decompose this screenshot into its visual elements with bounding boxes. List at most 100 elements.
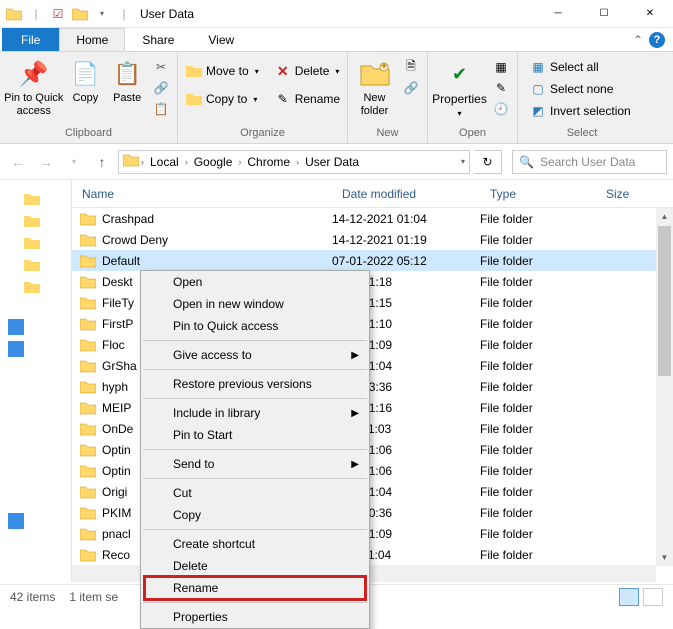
refresh-button[interactable]: ↻ — [474, 150, 502, 174]
tab-file[interactable]: File — [2, 28, 59, 51]
context-menu: Open Open in new window Pin to Quick acc… — [140, 270, 370, 629]
qat-check-icon[interactable]: ☑ — [50, 6, 66, 22]
tree-item[interactable] — [0, 188, 71, 210]
select-all-button[interactable]: ▦Select all — [526, 58, 635, 76]
table-row[interactable]: Default 07-01-2022 05:12 File folder — [72, 250, 673, 271]
open-icon[interactable]: ▦ — [489, 58, 513, 76]
chevron-right-icon[interactable]: › — [183, 157, 190, 167]
ctx-separator — [143, 369, 367, 370]
tab-home[interactable]: Home — [59, 28, 125, 51]
ctx-properties[interactable]: Properties — [141, 606, 369, 628]
easy-access-icon[interactable]: 🔗 — [399, 79, 423, 97]
ctx-cut[interactable]: Cut — [141, 482, 369, 504]
tree-item[interactable] — [0, 510, 71, 532]
up-button[interactable]: ↑ — [90, 150, 114, 174]
qat-dropdown-icon[interactable]: ▾ — [94, 6, 110, 22]
status-item-count: 42 items — [10, 590, 55, 604]
tree-item[interactable] — [0, 254, 71, 276]
ctx-delete[interactable]: Delete — [141, 555, 369, 577]
recent-dropdown[interactable]: ▾ — [62, 150, 86, 174]
minimize-button[interactable]: ─ — [535, 0, 581, 28]
ctx-give-access[interactable]: Give access to▶ — [141, 344, 369, 366]
scroll-up-icon[interactable]: ▲ — [656, 208, 673, 225]
select-none-button[interactable]: ▢Select none — [526, 80, 635, 98]
row-type: File folder — [480, 464, 596, 478]
move-to-button[interactable]: Move to▾ — [182, 62, 263, 80]
chevron-right-icon[interactable]: › — [294, 157, 301, 167]
ctx-restore[interactable]: Restore previous versions — [141, 373, 369, 395]
ctx-pin-quick[interactable]: Pin to Quick access — [141, 315, 369, 337]
col-size[interactable]: Size — [596, 187, 656, 201]
chevron-right-icon: ▶ — [351, 350, 359, 361]
scrollbar-thumb[interactable] — [658, 226, 671, 376]
invert-selection-button[interactable]: ◩Invert selection — [526, 102, 635, 120]
help-icon[interactable]: ? — [649, 32, 665, 48]
ctx-send-to[interactable]: Send to▶ — [141, 453, 369, 475]
breadcrumb[interactable]: Google — [190, 155, 237, 169]
tab-share[interactable]: Share — [125, 28, 191, 51]
folder-icon — [80, 359, 98, 373]
table-row[interactable]: Crashpad 14-12-2021 01:04 File folder — [72, 208, 673, 229]
paste-shortcut-icon[interactable]: 📋 — [149, 100, 173, 118]
ctx-shortcut[interactable]: Create shortcut — [141, 533, 369, 555]
scroll-down-icon[interactable]: ▼ — [656, 549, 673, 566]
vertical-scrollbar[interactable]: ▲ ▼ — [656, 208, 673, 566]
tree-item[interactable] — [0, 316, 71, 338]
svg-text:✦: ✦ — [378, 61, 388, 73]
collapse-ribbon-icon[interactable]: ⌃ — [633, 33, 643, 47]
close-button[interactable]: ✕ — [627, 0, 673, 28]
tree-item[interactable] — [0, 276, 71, 298]
chevron-right-icon[interactable]: › — [236, 157, 243, 167]
chevron-right-icon: ▶ — [351, 459, 359, 470]
breadcrumb[interactable]: User Data — [301, 155, 363, 169]
search-input[interactable]: 🔍 Search User Data — [512, 150, 667, 174]
tree-item[interactable] — [0, 338, 71, 360]
row-type: File folder — [480, 275, 596, 289]
ctx-copy[interactable]: Copy — [141, 504, 369, 526]
copy-to-button[interactable]: Copy to▾ — [182, 90, 263, 108]
ctx-include-library[interactable]: Include in library▶ — [141, 402, 369, 424]
paste-button[interactable]: 📋 Paste — [107, 54, 147, 105]
folder-icon — [80, 212, 98, 226]
back-button[interactable]: ← — [6, 150, 30, 174]
tab-view[interactable]: View — [191, 28, 251, 51]
col-type[interactable]: Type — [480, 187, 596, 201]
breadcrumb[interactable]: Chrome — [243, 155, 294, 169]
ctx-open[interactable]: Open — [141, 271, 369, 293]
addr-dropdown-icon[interactable]: ▾ — [461, 157, 465, 166]
nav-tree[interactable] — [0, 180, 72, 582]
ctx-open-new[interactable]: Open in new window — [141, 293, 369, 315]
edit-icon[interactable]: ✎ — [489, 79, 513, 97]
copy-path-icon[interactable]: 🔗 — [149, 79, 173, 97]
copy-button[interactable]: 📄 Copy — [66, 54, 106, 105]
delete-button[interactable]: ✕Delete▾ — [271, 62, 344, 80]
row-date: 07-01-2022 05:12 — [332, 254, 480, 268]
rename-button[interactable]: ✎Rename — [271, 90, 344, 108]
history-icon[interactable]: 🕘 — [489, 100, 513, 118]
breadcrumb[interactable]: Local — [146, 155, 183, 169]
address-bar[interactable]: › Local › Google › Chrome › User Data ▾ — [118, 150, 470, 174]
new-item-icon[interactable]: 🗎 — [399, 58, 423, 76]
ctx-rename[interactable]: Rename — [141, 577, 369, 599]
row-type: File folder — [480, 527, 596, 541]
maximize-button[interactable]: ☐ — [581, 0, 627, 28]
row-date: 14-12-2021 01:19 — [332, 233, 480, 247]
col-name[interactable]: Name — [72, 187, 332, 201]
row-type: File folder — [480, 233, 596, 247]
view-thumbnails-button[interactable] — [643, 588, 663, 606]
forward-button[interactable]: → — [34, 150, 58, 174]
pin-quick-access-button[interactable]: 📌 Pin to Quick access — [4, 54, 64, 118]
table-row[interactable]: Crowd Deny 14-12-2021 01:19 File folder — [72, 229, 673, 250]
view-details-button[interactable] — [619, 588, 639, 606]
row-type: File folder — [480, 422, 596, 436]
row-name: Default — [102, 254, 332, 268]
tree-item[interactable] — [0, 210, 71, 232]
cut-icon[interactable]: ✂ — [149, 58, 173, 76]
new-folder-button[interactable]: ✦ New folder — [352, 54, 397, 118]
col-date[interactable]: Date modified — [332, 187, 480, 201]
tree-item[interactable] — [0, 232, 71, 254]
ctx-pin-start[interactable]: Pin to Start — [141, 424, 369, 446]
chevron-right-icon[interactable]: › — [139, 157, 146, 167]
properties-button[interactable]: ✔ Properties ▾ — [432, 54, 487, 120]
folder-icon — [80, 506, 98, 520]
